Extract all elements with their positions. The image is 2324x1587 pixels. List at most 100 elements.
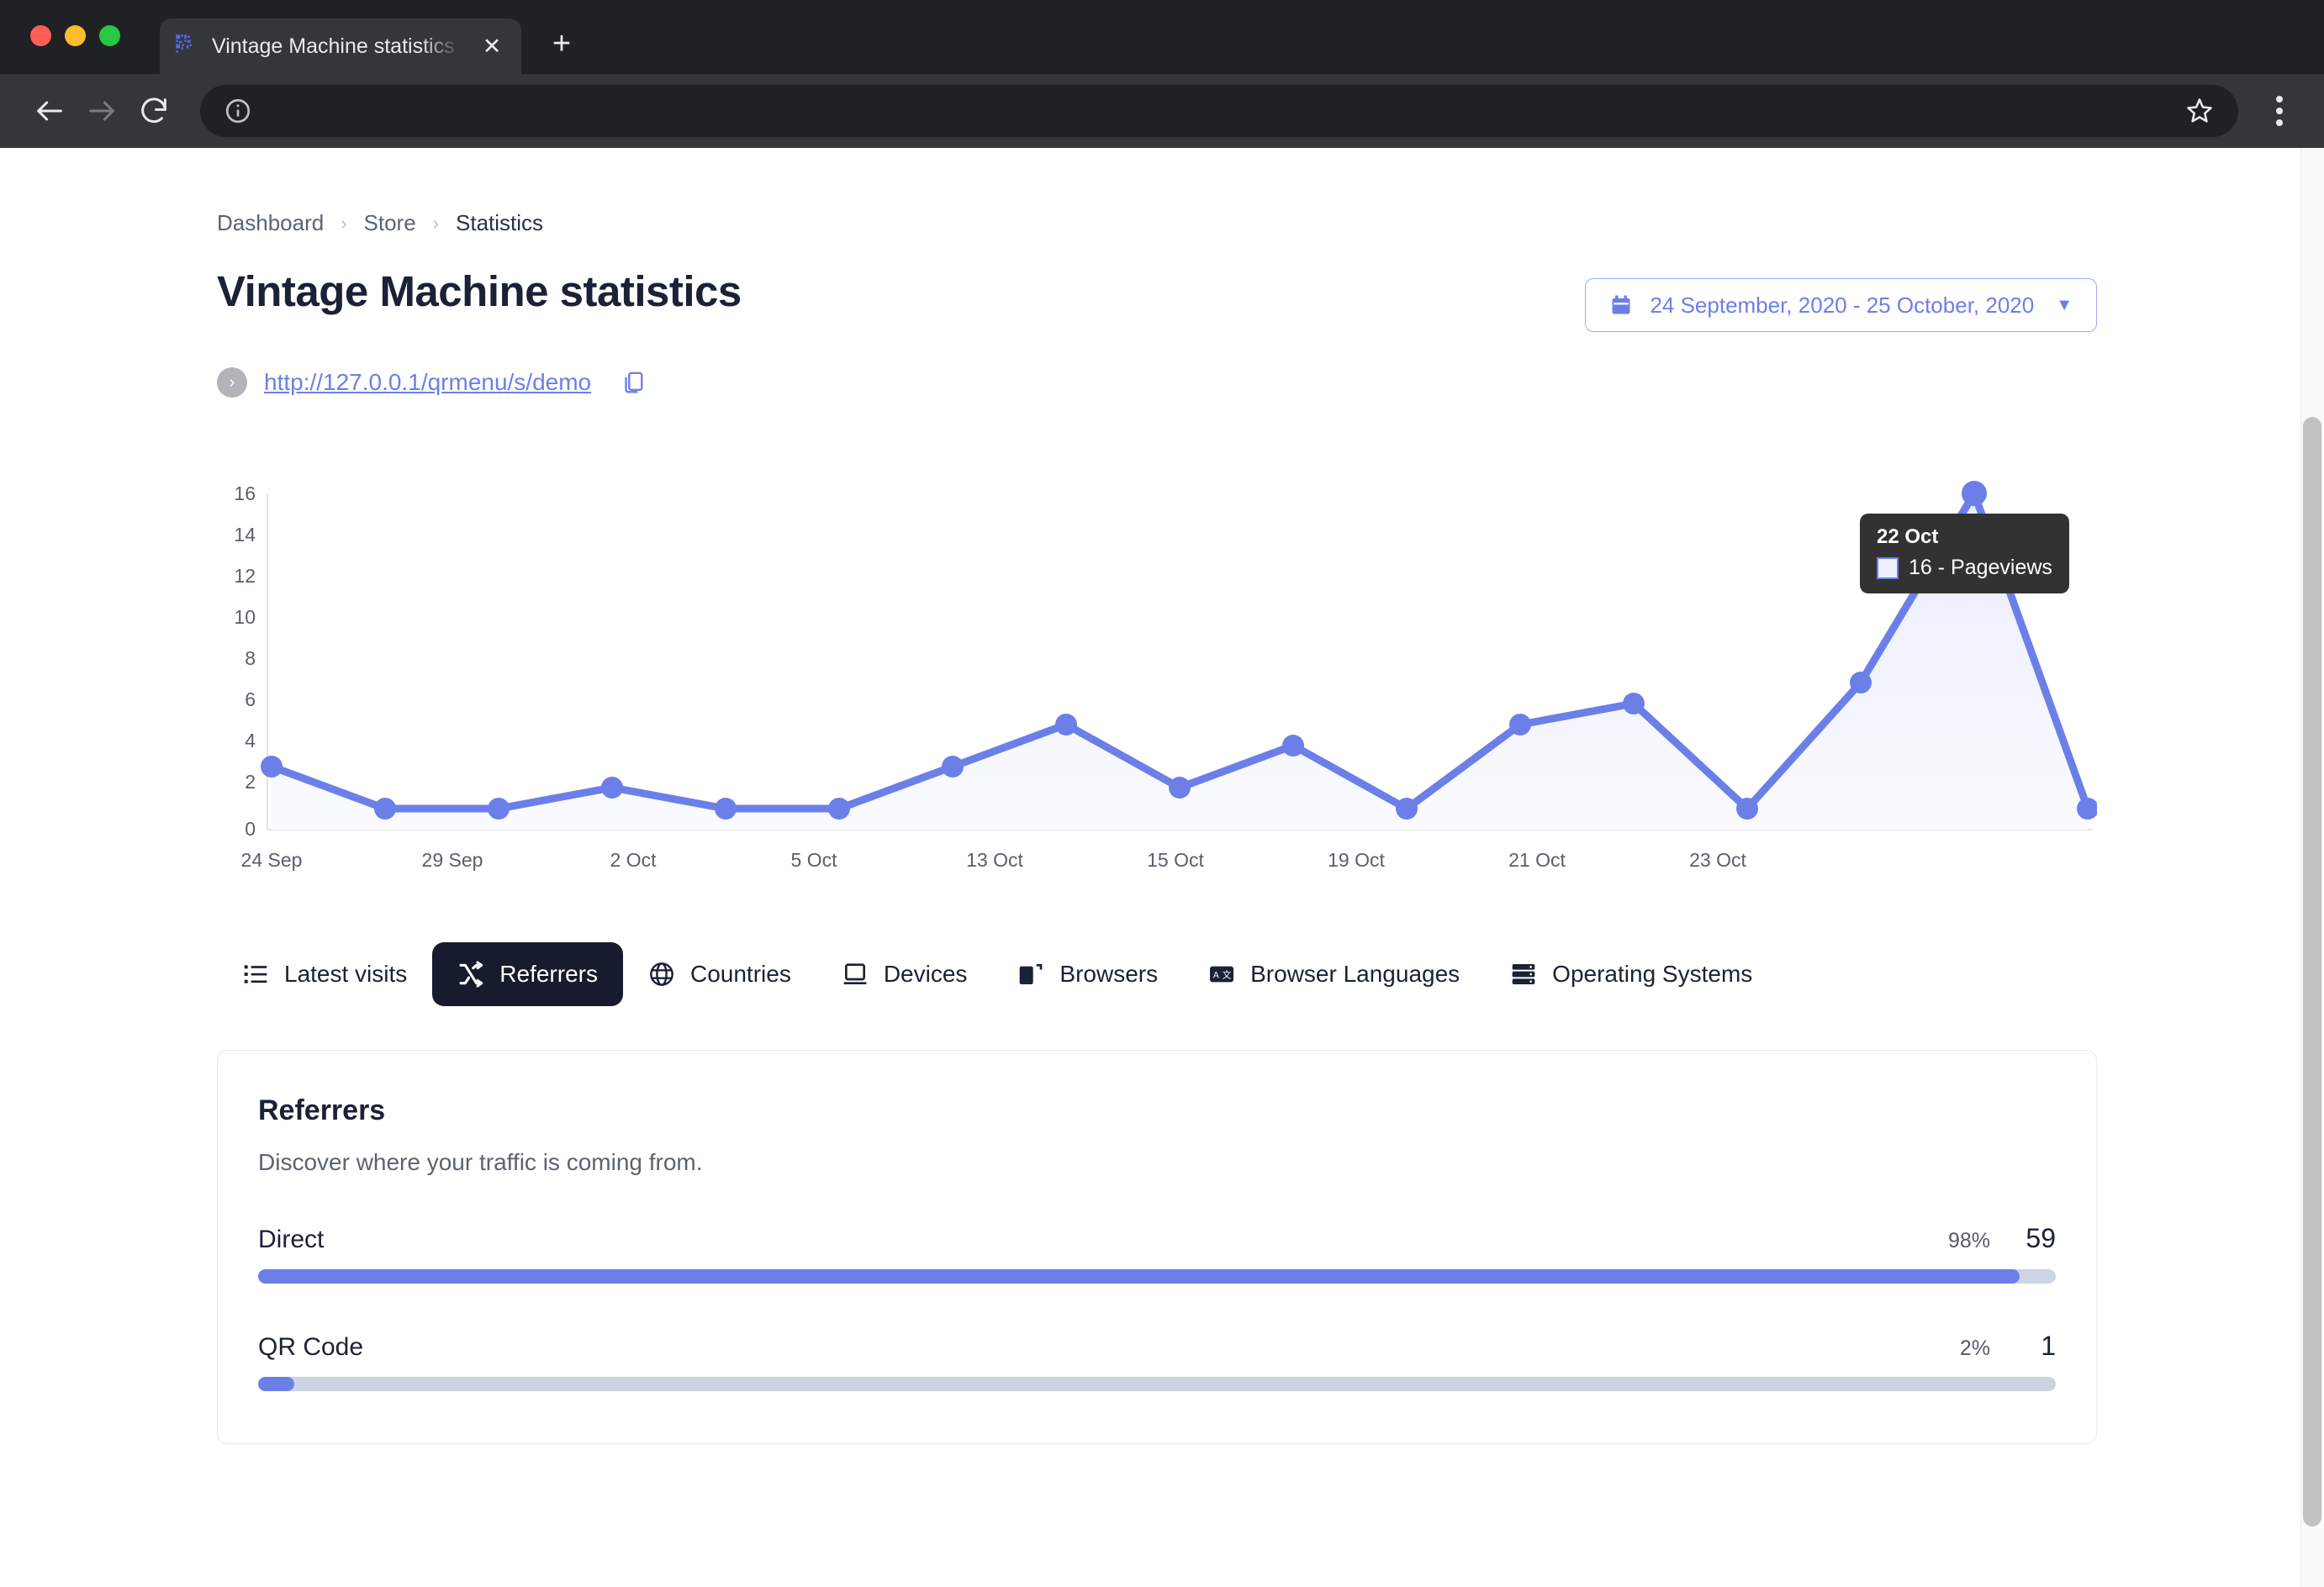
svg-text:16: 16 xyxy=(234,482,256,504)
minimize-window-button[interactable] xyxy=(65,25,86,46)
chart-point xyxy=(1509,714,1531,736)
chart-point xyxy=(488,798,510,820)
svg-text:23 Oct: 23 Oct xyxy=(1689,849,1746,871)
breadcrumb-item-dashboard[interactable]: Dashboard xyxy=(217,210,324,236)
chart-point xyxy=(942,756,964,778)
svg-text:12: 12 xyxy=(234,565,256,587)
referrer-name: Direct xyxy=(258,1226,325,1253)
x-axis-tick-labels: 24 Sep 29 Sep 2 Oct 5 Oct 13 Oct 15 Oct … xyxy=(241,849,1747,871)
tooltip-series-swatch xyxy=(1877,556,1899,579)
tooltip-value: 16 - Pageviews xyxy=(1909,556,2052,579)
close-tab-button[interactable]: ✕ xyxy=(478,32,506,61)
card-subtitle: Discover where your traffic is coming fr… xyxy=(258,1149,703,1175)
referrer-progress-fill xyxy=(258,1377,294,1391)
back-button[interactable] xyxy=(24,85,76,137)
svg-text:24 Sep: 24 Sep xyxy=(241,849,303,871)
browser-tab[interactable]: Vintage Machine statistics - Ea ✕ xyxy=(160,18,521,74)
pageviews-chart: 16 14 12 10 8 6 4 2 0 24 Sep 29 Sep 2 Oc… xyxy=(217,478,2097,890)
tab-referrers[interactable]: Referrers xyxy=(432,942,623,1006)
referrer-row-header: Direct 98% 59 xyxy=(258,1223,2056,1254)
chart-tooltip: 22 Oct 16 - Pageviews xyxy=(1860,514,2069,593)
store-url-link[interactable]: http://127.0.0.1/qrmenu/s/demo xyxy=(264,369,591,396)
server-icon xyxy=(1512,964,1535,984)
tab-operating-systems[interactable]: Operating Systems xyxy=(1485,942,1777,1006)
referrer-row-header: QR Code 2% 1 xyxy=(258,1331,2056,1362)
menu-dot xyxy=(2276,108,2283,114)
chart-point xyxy=(1623,693,1645,714)
tab-label: Devices xyxy=(883,961,968,987)
info-icon[interactable] xyxy=(224,97,252,125)
tab-label: Browsers xyxy=(1059,961,1159,987)
forward-button[interactable] xyxy=(76,85,128,137)
page-body: Dashboard › Store › Statistics Vintage M… xyxy=(0,148,2324,1587)
chart-point xyxy=(1850,672,1872,693)
browser-toolbar xyxy=(0,74,2324,148)
chart-point xyxy=(261,756,283,778)
browser-window: Vintage Machine statistics - Ea ✕ + xyxy=(0,0,2324,1587)
copy-icon[interactable] xyxy=(620,369,645,396)
tab-label: Browser Languages xyxy=(1250,961,1460,987)
qr-code-favicon xyxy=(176,34,192,53)
menu-dot xyxy=(2276,96,2283,103)
bookmark-star-icon[interactable] xyxy=(2184,96,2215,126)
close-window-button[interactable] xyxy=(30,25,51,46)
tab-label: Countries xyxy=(689,961,791,987)
date-range-picker[interactable]: 24 September, 2020 - 25 October, 2020 ▼ xyxy=(1585,278,2097,332)
tab-latest-visits[interactable]: Latest visits xyxy=(217,942,432,1006)
tooltip-value-row: 16 - Pageviews xyxy=(1877,556,2052,580)
tab-countries[interactable]: Countries xyxy=(623,942,816,1006)
store-url-row: › http://127.0.0.1/qrmenu/s/demo xyxy=(217,367,2097,398)
new-tab-button[interactable]: + xyxy=(543,25,580,62)
referrers-card: Referrers Discover where your traffic is… xyxy=(217,1050,2097,1444)
tab-label: Latest visits xyxy=(284,961,408,987)
svg-text:6: 6 xyxy=(245,688,256,710)
scrollbar-thumb[interactable] xyxy=(2303,417,2321,1526)
arrow-right-icon xyxy=(89,101,114,121)
svg-text:29 Sep: 29 Sep xyxy=(422,849,483,871)
referrer-percent: 98% xyxy=(1947,1229,1990,1252)
chart-point xyxy=(601,777,623,799)
svg-text:4: 4 xyxy=(245,730,256,751)
chart-point xyxy=(374,798,396,820)
browser-menu-button[interactable] xyxy=(2258,85,2300,137)
svg-text:10: 10 xyxy=(234,606,256,628)
breadcrumb: Dashboard › Store › Statistics xyxy=(217,210,2097,236)
chart-point xyxy=(1169,777,1191,799)
page-header: Vintage Machine statistics 24 September,… xyxy=(217,266,2097,332)
maximize-window-button[interactable] xyxy=(99,25,120,46)
breadcrumb-separator-icon: › xyxy=(341,212,347,234)
translate-icon: A 文 xyxy=(1210,966,1234,983)
tab-devices[interactable]: Devices xyxy=(816,942,993,1006)
chart-point xyxy=(715,798,737,820)
referrer-percent: 2% xyxy=(1959,1337,1990,1360)
shuffle-icon xyxy=(459,961,483,988)
page-content: Dashboard › Store › Statistics Vintage M… xyxy=(217,148,2097,1444)
address-bar[interactable] xyxy=(200,85,2238,137)
chart-point xyxy=(1396,798,1418,820)
tab-browsers[interactable]: Browsers xyxy=(992,942,1183,1006)
svg-text:15 Oct: 15 Oct xyxy=(1147,849,1204,871)
chevron-right-circle-icon: › xyxy=(217,367,247,398)
browser-tab-title: Vintage Machine statistics - Ea xyxy=(212,34,466,58)
svg-text:14: 14 xyxy=(234,524,256,546)
reload-button[interactable] xyxy=(128,85,180,137)
svg-text:A: A xyxy=(1213,971,1220,981)
breadcrumb-item-statistics[interactable]: Statistics xyxy=(456,210,543,236)
svg-text:2 Oct: 2 Oct xyxy=(610,849,658,871)
chart-point xyxy=(1736,798,1758,820)
pageviews-line-chart-svg[interactable]: 16 14 12 10 8 6 4 2 0 24 Sep 29 Sep 2 Oc… xyxy=(217,478,2097,899)
y-axis-tick-labels: 16 14 12 10 8 6 4 2 0 xyxy=(234,482,256,840)
tab-browser-languages[interactable]: A 文 Browser Languages xyxy=(1183,942,1485,1006)
referrer-progress-track xyxy=(258,1377,2056,1391)
window-traffic-lights xyxy=(30,25,120,46)
page-viewport: Dashboard › Store › Statistics Vintage M… xyxy=(0,148,2324,1587)
card-title: Referrers xyxy=(258,1094,386,1126)
chart-point xyxy=(828,798,850,820)
page-scrollbar[interactable] xyxy=(2300,148,2324,1587)
breadcrumb-item-store[interactable]: Store xyxy=(364,210,416,236)
svg-text:2: 2 xyxy=(245,771,256,793)
svg-text:8: 8 xyxy=(245,647,256,669)
tab-label: Referrers xyxy=(499,961,598,987)
referrer-row-qr-code: QR Code 2% 1 xyxy=(258,1331,2056,1391)
svg-text:13 Oct: 13 Oct xyxy=(966,849,1023,871)
